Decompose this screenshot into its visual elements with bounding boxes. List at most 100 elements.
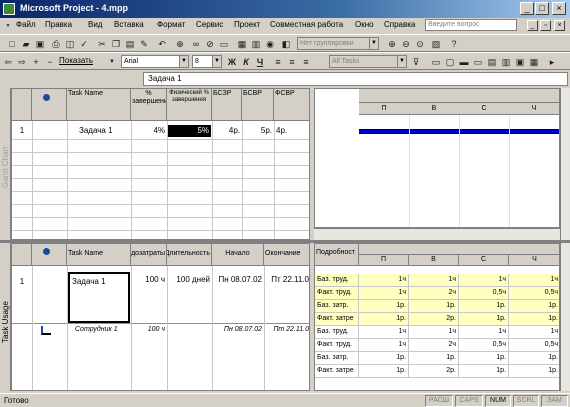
plus-icon[interactable]: +	[30, 56, 42, 68]
font-size-combo[interactable]: 8 ▼	[192, 55, 222, 68]
detail-value-cell[interactable]: 2р.	[409, 365, 459, 378]
print-icon[interactable]: ⎙	[50, 38, 62, 50]
pct-complete-cell[interactable]: 4%	[131, 125, 167, 137]
detail-value-cell[interactable]: 1р.	[409, 300, 459, 313]
detail-value-cell[interactable]: 1р.	[359, 300, 409, 313]
close-icon[interactable]: ×	[552, 2, 566, 15]
assignment-work-cell[interactable]: 100 ч	[131, 324, 167, 336]
detail-value-cell[interactable]: 1ч	[359, 339, 409, 352]
gantt-horizontal-scrollbar[interactable]	[314, 228, 560, 240]
gantt-wizard-icon[interactable]: ▭	[430, 56, 442, 68]
open-icon[interactable]: ▰	[20, 38, 32, 50]
doc-close-icon[interactable]: ×	[554, 20, 565, 31]
col-pct-complete[interactable]: % завершения	[131, 89, 167, 121]
detail-value-cell[interactable]: 1ч	[509, 274, 559, 287]
show-button[interactable]: Показать	[59, 56, 93, 65]
group-by-combo[interactable]: Нет группировки ▼	[297, 37, 379, 50]
detail-value-cell[interactable]: 1р.	[359, 313, 409, 326]
bcwp-cell[interactable]: 5р.	[242, 125, 274, 137]
detail-value-cell[interactable]: 1ч	[359, 274, 409, 287]
start-cell[interactable]: Пн 08.07.02	[212, 274, 264, 286]
chevron-down-icon[interactable]: ▼	[397, 56, 406, 67]
doc-minimize-icon[interactable]: _	[527, 20, 538, 31]
col-bcwp[interactable]: БСВР	[242, 89, 274, 121]
filter-combo[interactable]: All Tasks ▼	[329, 55, 407, 68]
physical-pct-cell[interactable]: 5%	[168, 125, 211, 137]
menu-help[interactable]: Справка	[384, 20, 415, 29]
task-row-id[interactable]: 1	[12, 276, 32, 288]
detail-value-cell[interactable]: 1р.	[359, 352, 409, 365]
detail-value-cell[interactable]: 0,5ч	[509, 339, 559, 352]
undo-icon[interactable]: ↶	[156, 38, 168, 50]
task-info-icon[interactable]: ▦	[236, 38, 248, 50]
detail-value-cell[interactable]: 2р.	[409, 313, 459, 326]
menu-insert[interactable]: Вставка	[114, 20, 144, 29]
detail-value-cell[interactable]: 1ч	[459, 274, 509, 287]
align-right-icon[interactable]: ≡	[300, 56, 312, 68]
align-center-icon[interactable]: ≡	[286, 56, 298, 68]
help-search-input[interactable]: Введите вопрос	[425, 19, 517, 31]
layout-4-icon[interactable]: ▤	[486, 56, 498, 68]
detail-value-cell[interactable]: 2ч	[409, 339, 459, 352]
detail-value-cell[interactable]: 1р.	[509, 300, 559, 313]
assignment-finish-cell[interactable]: Пт 22.11.0	[264, 324, 309, 336]
zoom-in-icon[interactable]: ⊕	[386, 38, 398, 50]
detail-value-cell[interactable]: 1р.	[459, 365, 509, 378]
arrow-right-icon[interactable]: ⇨	[16, 56, 28, 68]
detail-value-cell[interactable]: 1ч	[359, 287, 409, 300]
selected-cell[interactable]: Задача 1	[68, 272, 130, 323]
task-row-id[interactable]: 1	[12, 125, 32, 137]
minimize-icon[interactable]: _	[520, 2, 534, 15]
layout-2-icon[interactable]: ▬	[458, 56, 470, 68]
detail-value-cell[interactable]: 0,5ч	[509, 287, 559, 300]
copy-picture-icon[interactable]: ▧	[430, 38, 442, 50]
align-left-icon[interactable]: ≡	[272, 56, 284, 68]
duration-cell[interactable]: 100 дней	[167, 274, 212, 286]
menu-format[interactable]: Формат	[157, 20, 185, 29]
zoom-out-icon[interactable]: ⊖	[400, 38, 412, 50]
col-physical-pct[interactable]: Физический % завершения	[167, 89, 212, 121]
work-cell[interactable]: 100 ч	[131, 274, 167, 286]
menu-view[interactable]: Вид	[88, 20, 102, 29]
publish-icon[interactable]: ◧	[280, 38, 292, 50]
menu-project[interactable]: Проект	[234, 20, 260, 29]
menu-collaborate[interactable]: Совместная работа	[270, 20, 343, 29]
col-finish[interactable]: Окончание	[264, 244, 309, 266]
detail-value-cell[interactable]: 1р.	[509, 313, 559, 326]
detail-value-cell[interactable]: 2ч	[409, 287, 459, 300]
maximize-icon[interactable]: □	[535, 2, 549, 15]
assignment-start-cell[interactable]: Пн 08.07.02	[212, 324, 264, 336]
assign-resources-icon[interactable]: ◉	[264, 38, 276, 50]
details-header[interactable]: Подробност	[315, 244, 359, 266]
usage-vertical-scrollbar[interactable]	[560, 243, 570, 391]
detail-value-cell[interactable]: 1ч	[459, 326, 509, 339]
notes-icon[interactable]: ▥	[250, 38, 262, 50]
doc-restore-icon[interactable]: ▫	[540, 20, 551, 31]
detail-value-cell[interactable]: 1ч	[409, 274, 459, 287]
detail-value-cell[interactable]: 1р.	[459, 313, 509, 326]
chevron-down-icon[interactable]: ▼	[369, 38, 378, 49]
help-icon[interactable]: ?	[448, 38, 460, 50]
finish-cell[interactable]: Пт 22.11.0	[264, 274, 309, 286]
menu-file[interactable]: Файл	[16, 20, 36, 29]
menu-tools[interactable]: Сервис	[196, 20, 223, 29]
acwp-cell[interactable]: 4р.	[274, 125, 309, 137]
detail-value-cell[interactable]: 1р.	[409, 352, 459, 365]
chevron-down-icon[interactable]: ▼	[179, 56, 188, 67]
chevron-down-icon[interactable]: ▼	[212, 56, 221, 67]
more-icon[interactable]: ▸	[546, 56, 558, 68]
document-icon[interactable]: ▪	[2, 19, 14, 31]
layout-7-icon[interactable]: ▦	[528, 56, 540, 68]
layout-5-icon[interactable]: ▥	[500, 56, 512, 68]
detail-value-cell[interactable]: 1р.	[509, 352, 559, 365]
col-bcws[interactable]: БСЗР	[212, 89, 242, 121]
assignment-name-cell[interactable]: Сотрудник 1	[67, 324, 131, 336]
menu-edit[interactable]: Правка	[45, 20, 72, 29]
save-icon[interactable]: ▣	[34, 38, 46, 50]
split-task-icon[interactable]: ▭	[218, 38, 230, 50]
layout-6-icon[interactable]: ▣	[514, 56, 526, 68]
copy-icon[interactable]: ❐	[110, 38, 122, 50]
col-start[interactable]: Начало	[212, 244, 264, 266]
layout-3-icon[interactable]: ▭	[472, 56, 484, 68]
bold-button[interactable]: Ж	[226, 56, 238, 68]
